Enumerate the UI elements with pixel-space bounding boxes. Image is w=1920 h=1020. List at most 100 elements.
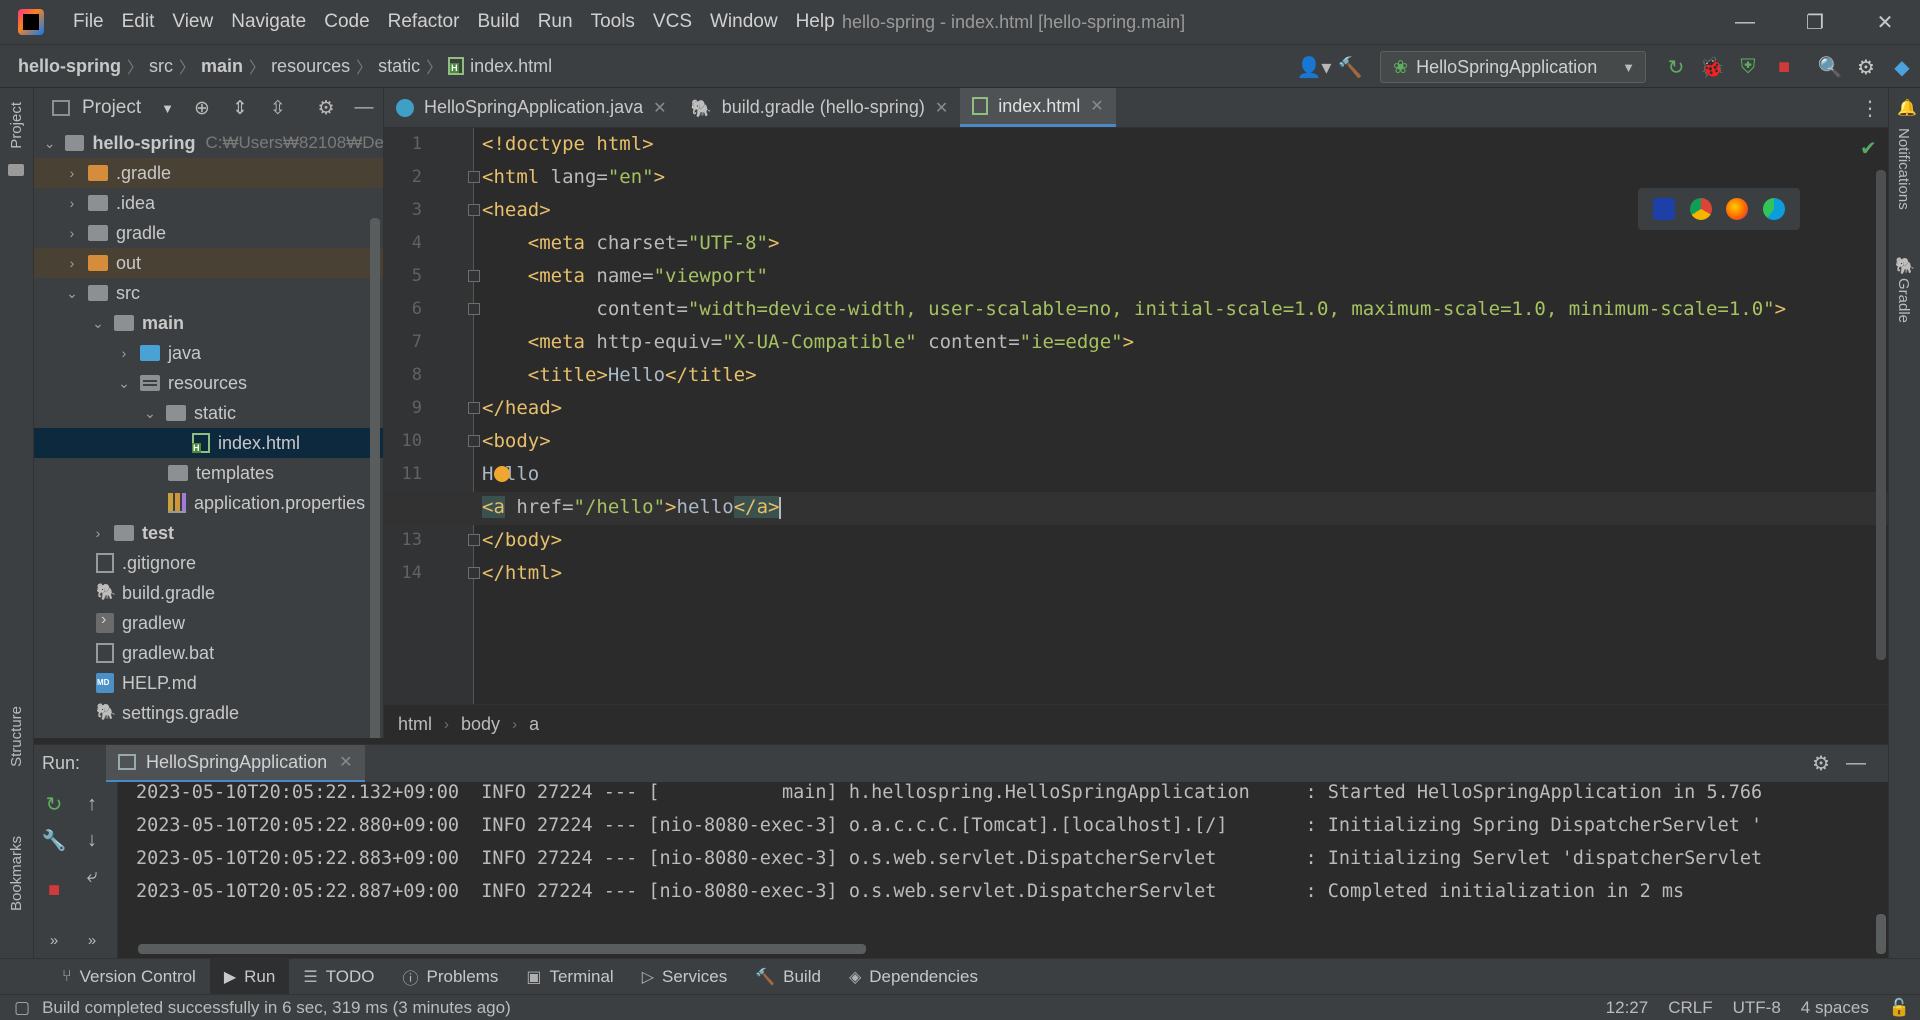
more-vertical-icon[interactable]: ⋮: [1860, 96, 1880, 121]
tree-row[interactable]: HELP.md: [34, 668, 383, 698]
tree-row[interactable]: › .gradle: [34, 158, 383, 188]
project-scrollbar[interactable]: [370, 218, 380, 738]
gear-icon[interactable]: ⚙: [307, 97, 345, 120]
up-arrow-icon[interactable]: ↑: [78, 790, 106, 818]
caret-position[interactable]: 12:27: [1606, 998, 1649, 1018]
tool-todo[interactable]: ☰ TODO: [289, 959, 388, 995]
more-icon[interactable]: »: [78, 926, 106, 954]
debug-icon[interactable]: 🐞: [1694, 49, 1730, 85]
menu-vcs[interactable]: VCS: [644, 11, 701, 33]
tree-row[interactable]: ⌄ static: [34, 398, 383, 428]
toggle-tool-windows-icon[interactable]: ▢: [14, 998, 30, 1018]
collapse-all-icon[interactable]: ⇳: [259, 97, 297, 120]
chevron-down-icon[interactable]: ▼: [161, 101, 174, 116]
tool-run[interactable]: ▶ Run: [209, 958, 290, 995]
breadcrumb-a[interactable]: a: [529, 714, 539, 735]
tree-row[interactable]: › out: [34, 248, 383, 278]
tool-terminal[interactable]: ▣ Terminal: [512, 959, 627, 995]
close-tab-icon[interactable]: ✕: [1090, 96, 1103, 116]
menu-refactor[interactable]: Refactor: [379, 11, 469, 33]
crumb-resources[interactable]: resources: [271, 56, 350, 77]
tab-build-gradle[interactable]: 🐘 build.gradle (hello-spring) ✕: [679, 88, 961, 127]
console-vertical-scrollbar[interactable]: [1876, 914, 1886, 954]
tree-row[interactable]: ⌄ main: [34, 308, 383, 338]
menu-code[interactable]: Code: [315, 11, 378, 33]
menu-view[interactable]: View: [163, 11, 222, 33]
breadcrumb-html[interactable]: html: [398, 714, 432, 735]
structure-tool-label[interactable]: Structure: [8, 706, 25, 767]
close-icon[interactable]: ✕: [1850, 0, 1920, 44]
chrome-icon[interactable]: [1689, 198, 1712, 220]
breadcrumb-body[interactable]: body: [461, 714, 500, 735]
tree-row-selected[interactable]: index.html: [34, 428, 383, 458]
gradle-tool-label[interactable]: Gradle: [1895, 278, 1912, 323]
close-tab-icon[interactable]: ✕: [653, 98, 666, 118]
tab-hello-spring-application[interactable]: HelloSpringApplication.java ✕: [384, 88, 679, 127]
crumb-src[interactable]: src: [149, 56, 173, 77]
tree-row[interactable]: › java: [34, 338, 383, 368]
restore-icon[interactable]: ❐: [1780, 0, 1850, 44]
crumb-project[interactable]: hello-spring: [18, 56, 121, 77]
project-tool-label[interactable]: Project: [8, 102, 25, 149]
console-horizontal-scrollbar[interactable]: [138, 944, 866, 954]
stop-icon[interactable]: ■: [40, 876, 68, 904]
rerun-icon[interactable]: ↻: [1658, 49, 1694, 85]
run-tab[interactable]: HelloSpringApplication ✕: [106, 744, 365, 783]
rerun-icon[interactable]: ↻: [40, 790, 68, 818]
intellij-logo-icon[interactable]: [18, 9, 44, 35]
tree-row[interactable]: ⌄ resources: [34, 368, 383, 398]
menu-file[interactable]: File: [64, 11, 113, 33]
file-encoding[interactable]: UTF-8: [1733, 998, 1781, 1018]
tree-row[interactable]: 🐘 build.gradle: [34, 578, 383, 608]
expand-all-icon[interactable]: ⇕: [221, 97, 259, 120]
intellij-browser-icon[interactable]: [1653, 198, 1676, 220]
editor-scrollbar[interactable]: [1876, 170, 1886, 660]
tree-row[interactable]: 🐘 settings.gradle: [34, 698, 383, 728]
more-icon[interactable]: »: [40, 926, 68, 954]
tool-dependencies[interactable]: ◈ Dependencies: [835, 959, 992, 995]
locate-icon[interactable]: ⊕: [183, 97, 221, 120]
settings-icon[interactable]: ⚙: [1848, 49, 1884, 85]
tab-index-html[interactable]: index.html ✕: [960, 88, 1116, 127]
tree-row[interactable]: gradlew.bat: [34, 638, 383, 668]
hide-icon[interactable]: —: [345, 97, 383, 119]
edge-icon[interactable]: [1762, 198, 1785, 220]
firefox-icon[interactable]: [1726, 198, 1749, 220]
down-arrow-icon[interactable]: ↓: [78, 826, 106, 854]
menu-run[interactable]: Run: [529, 11, 582, 33]
menu-window[interactable]: Window: [701, 11, 787, 33]
tree-row[interactable]: templates: [34, 458, 383, 488]
lock-icon[interactable]: 🔓: [1889, 998, 1910, 1018]
gear-icon[interactable]: ⚙: [1812, 751, 1830, 776]
jetbrains-ai-icon[interactable]: ◆: [1884, 49, 1920, 85]
menu-navigate[interactable]: Navigate: [222, 11, 315, 33]
tree-row[interactable]: › .idea: [34, 188, 383, 218]
notifications-tool-label[interactable]: Notifications: [1895, 128, 1912, 210]
menu-build[interactable]: Build: [468, 11, 528, 33]
crumb-file[interactable]: index.html: [470, 56, 552, 77]
crumb-main[interactable]: main: [201, 56, 243, 77]
minimize-icon[interactable]: —: [1710, 0, 1780, 44]
gradle-icon[interactable]: 🐘: [1895, 256, 1915, 276]
tree-row[interactable]: .gitignore: [34, 548, 383, 578]
bookmarks-tool-label[interactable]: Bookmarks: [8, 836, 25, 911]
run-config-select[interactable]: ❀ HelloSpringApplication ▼: [1380, 51, 1646, 83]
search-icon[interactable]: 🔍: [1812, 49, 1848, 85]
menu-tools[interactable]: Tools: [582, 11, 644, 33]
build-hammer-icon[interactable]: 🔨: [1332, 49, 1368, 85]
indent-setting[interactable]: 4 spaces: [1801, 998, 1869, 1018]
tool-services[interactable]: ▷ Services: [628, 959, 742, 995]
wrench-icon[interactable]: 🔧: [40, 826, 68, 854]
status-message[interactable]: Build completed successfully in 6 sec, 3…: [42, 998, 511, 1018]
tool-problems[interactable]: ⓘ Problems: [389, 959, 513, 995]
close-tab-icon[interactable]: ✕: [339, 752, 352, 772]
tree-row[interactable]: application.properties: [34, 488, 383, 518]
tree-row[interactable]: gradlew: [34, 608, 383, 638]
bell-icon[interactable]: 🔔: [1897, 98, 1917, 118]
stop-icon[interactable]: ■: [1766, 49, 1802, 85]
close-tab-icon[interactable]: ✕: [935, 98, 948, 118]
menu-edit[interactable]: Edit: [113, 11, 164, 33]
no-problems-check-icon[interactable]: ✔: [1860, 136, 1877, 161]
tool-build[interactable]: 🔨 Build: [741, 959, 835, 995]
hide-icon[interactable]: —: [1846, 752, 1866, 775]
